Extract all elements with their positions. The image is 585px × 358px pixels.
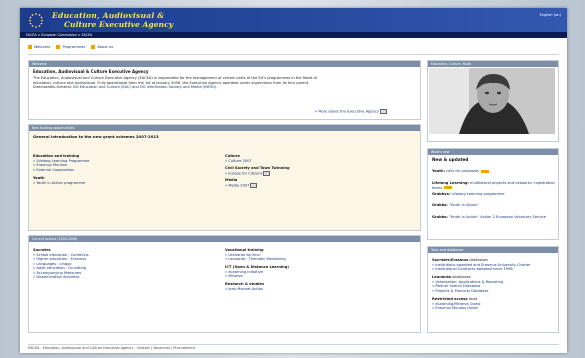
youth-in-action-link[interactable]: » Youth in Action programme: [33, 181, 85, 186]
funding-box-header: New funding opportunities: [29, 125, 420, 131]
nav-welcome[interactable]: Welcome: [28, 45, 50, 49]
pdf-icon: [379, 109, 387, 114]
tools-box: Tools and databases Socrates/Erasmus dat…: [427, 246, 559, 333]
minerva-link[interactable]: » Minerva: [225, 274, 243, 279]
update-grabbs-2: Grabbs: "Youth in Action" Action 2 Europ…: [432, 215, 546, 219]
bullet-icon: [28, 45, 32, 49]
update-youth-link[interactable]: calls for proposals: [446, 169, 479, 173]
dissemination-link[interactable]: » Dissemination Activities: [33, 275, 79, 280]
footer[interactable]: EACEA - Education, Audiovisual and Cultu…: [28, 344, 559, 351]
breadcrumb[interactable]: EACEA > European Commission > EACEA: [20, 32, 567, 38]
photo-box: Education, Culture, Youth: [427, 60, 559, 142]
nav-programmes[interactable]: Programmes: [56, 45, 85, 49]
divider: [28, 54, 559, 55]
site-title-line2: Culture Executive Agency: [64, 20, 174, 29]
web-page: Education, Audiovisual & Culture Executi…: [20, 8, 567, 353]
funding-title: General introduction to the new grant sc…: [33, 134, 159, 139]
welcome-text-3: Directorates-General: DG Education and C…: [33, 85, 218, 89]
document-icon: [263, 170, 271, 176]
site-title-line1: Education, Audiovisual &: [52, 11, 165, 20]
nav-about-us[interactable]: About us: [91, 45, 113, 49]
erasmus-mundus-quest-link[interactable]: » Erasmus Mundus Quest: [432, 306, 478, 311]
bullet-icon: [56, 45, 61, 49]
projects-products-link[interactable]: » Projects & Products Database: [432, 289, 488, 294]
new-badge: [444, 186, 453, 190]
media-2007-link[interactable]: » Media 2007: [225, 182, 258, 188]
eu-flag-logo[interactable]: [23, 10, 49, 30]
update-lifelong: Lifelong Learning: multilateral projects…: [432, 181, 555, 190]
updates-box: What's new New & updated Youth: calls fo…: [427, 148, 559, 240]
tools-box-header: Tools and databases: [428, 247, 558, 253]
updates-box-header: What's new: [428, 149, 558, 155]
welcome-title: Education, Audiovisual & Culture Executi…: [33, 69, 149, 74]
current-actions-header: Current actions (2000-2006): [29, 236, 420, 242]
europe-for-citizens-link[interactable]: » Europe for Citizens: [225, 170, 271, 176]
welcome-box: Welcome Education, Audiovisual & Culture…: [28, 60, 421, 120]
update-grabbys: Grabbys: Lifelong Learning programme: [432, 192, 505, 196]
document-icon: [250, 182, 258, 188]
header-banner: Education, Audiovisual & Culture Executi…: [20, 8, 567, 32]
top-navigation: Welcome Programmes About us: [28, 43, 113, 51]
institutional-contracts-link[interactable]: » Institutional Contracts awarded since …: [432, 267, 513, 272]
language-selector[interactable]: English (en): [540, 13, 561, 17]
external-cooperation-link[interactable]: » External Cooperation: [33, 168, 74, 173]
update-grabbs-2-link[interactable]: "Youth in Action" Action 2 European Volu…: [449, 215, 546, 219]
culture-2007-link[interactable]: » Culture 2007: [225, 159, 252, 164]
more-about-agency-link[interactable]: » More about the Executive Agency: [315, 109, 387, 114]
directorates-links[interactable]: DG Education and Culture (EAC) and DG In…: [73, 85, 218, 89]
new-badge: [480, 169, 489, 173]
photo-box-header: Education, Culture, Youth: [428, 61, 558, 67]
updates-title: New & updated: [432, 157, 469, 162]
update-grabbs-1: Grabbs: "Youth in Action": [432, 203, 480, 207]
jean-monnet-link[interactable]: » Jean Monnet Action: [225, 287, 263, 292]
leonardo-thematic-link[interactable]: » Leonardo : Thematic Monitoring: [225, 257, 286, 262]
young-man-photo: [429, 68, 555, 134]
update-grabbs-1-link[interactable]: "Youth in Action": [449, 203, 479, 207]
bullet-icon: [91, 45, 96, 49]
current-actions-box: Current actions (2000-2006) Socrates » S…: [28, 235, 421, 333]
welcome-box-header: Welcome: [29, 61, 420, 67]
update-youth: Youth: calls for proposals: [432, 169, 556, 174]
update-grabbys-link[interactable]: Lifelong Learning programme: [451, 192, 504, 196]
funding-box: New funding opportunities General introd…: [28, 124, 421, 231]
